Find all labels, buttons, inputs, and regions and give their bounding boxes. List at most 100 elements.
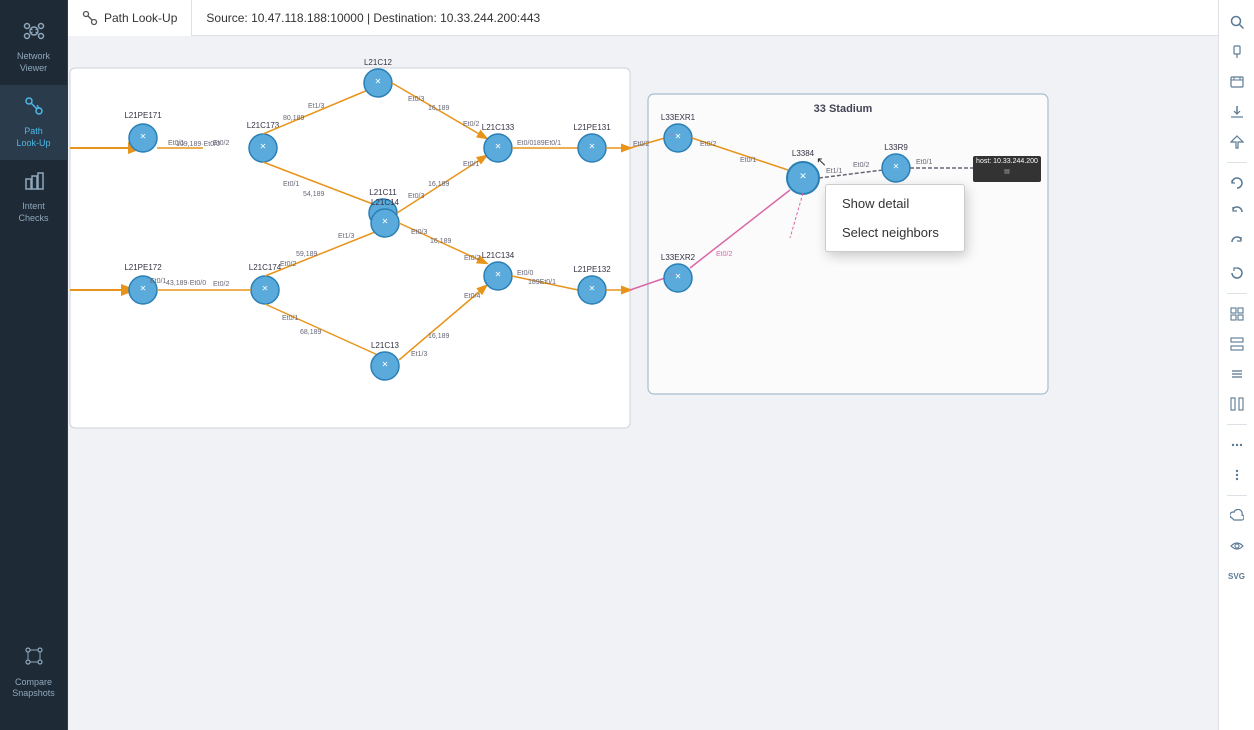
sidebar-item-intent-checks[interactable]: Intent Checks: [0, 160, 67, 235]
edge-label: Et0/2: [464, 255, 480, 262]
stadium-label: 33 Stadium: [814, 103, 873, 115]
path-lookup-label: Path Look-Up: [16, 126, 50, 149]
toolbar-divider-4: [1227, 495, 1247, 496]
cloud-button[interactable]: [1223, 502, 1251, 530]
refresh-button[interactable]: [1223, 169, 1251, 197]
edge-label: Et0/2: [213, 140, 229, 147]
edge-label: 68,189: [300, 329, 322, 336]
canvas-area: ✕ L21PE171 Et0/1 109,189·Et0/0 ✕ L21C173…: [68, 36, 1218, 730]
undo-button[interactable]: [1223, 199, 1251, 227]
layout2-button[interactable]: [1223, 330, 1251, 358]
svg-text:✕: ✕: [589, 142, 596, 151]
edge-label: Et0/2: [633, 141, 649, 148]
edge-label: 16,189: [428, 105, 450, 112]
svg-text:L21PE172: L21PE172: [124, 263, 162, 272]
edge-label: Et0/4: [464, 293, 480, 300]
svg-text:L33EXR1: L33EXR1: [661, 113, 696, 122]
svg-text:L33R9: L33R9: [884, 143, 908, 152]
edge-label: Et0/1: [916, 159, 932, 166]
export-button[interactable]: [1223, 98, 1251, 126]
svg-text:L3384: L3384: [792, 149, 815, 158]
sidebar-item-compare-snapshots[interactable]: Compare Snapshots: [0, 635, 67, 710]
cursor-indicator: ↖: [816, 154, 827, 169]
context-menu-show-detail[interactable]: Show detail: [826, 189, 964, 218]
edge-label: Et0/2: [700, 141, 716, 148]
context-menu: Show detail Select neighbors: [825, 184, 965, 252]
svg-text:L21C134: L21C134: [482, 251, 515, 260]
main-network-box: [70, 68, 630, 428]
dots-h-button[interactable]: [1223, 431, 1251, 459]
svg-button[interactable]: SVG: [1223, 562, 1251, 590]
edge-label: Et1/3: [308, 103, 324, 110]
edge-label: Et0/1: [283, 181, 299, 188]
layout1-button[interactable]: [1223, 300, 1251, 328]
router-l21c173[interactable]: ✕ L21C173: [247, 121, 280, 162]
edge-label: 16,189: [428, 181, 450, 188]
edge-label: Et0/1: [740, 157, 756, 164]
layout2-icon: [1230, 337, 1244, 351]
router-l21c133[interactable]: ✕ L21C133: [482, 123, 515, 162]
router-l33r9[interactable]: ✕ L33R9: [882, 143, 910, 182]
cloud-icon: [1230, 509, 1244, 523]
topbar: Path Look-Up Source: 10.47.118.188:10000…: [68, 0, 1218, 36]
edge-label: Et1/3: [338, 233, 354, 240]
main-content: Path Look-Up Source: 10.47.118.188:10000…: [68, 0, 1218, 730]
layout4-button[interactable]: [1223, 390, 1251, 418]
toolbar-divider-1: [1227, 162, 1247, 163]
intent-checks-label: Intent Checks: [18, 201, 48, 224]
context-menu-select-neighbors[interactable]: Select neighbors: [826, 218, 964, 247]
edge-label: 16,189: [428, 333, 450, 340]
edge-label: Et0/1: [282, 315, 298, 322]
edge-label: 16,189: [430, 238, 452, 245]
undo-icon: [1230, 206, 1244, 220]
layout3-icon: [1230, 367, 1244, 381]
layout3-button[interactable]: [1223, 360, 1251, 388]
svg-text:✕: ✕: [893, 162, 900, 171]
svg-text:L21PE132: L21PE132: [573, 265, 611, 274]
svg-text:✕: ✕: [382, 217, 389, 226]
snapshot-button[interactable]: [1223, 68, 1251, 96]
layout4-icon: [1230, 397, 1244, 411]
path-info: Source: 10.47.118.188:10000 | Destinatio…: [192, 11, 554, 25]
edge-label: 189Et0/1: [533, 140, 561, 147]
sidebar-item-network-viewer[interactable]: Network Viewer: [0, 10, 67, 85]
svg-text:✕: ✕: [140, 132, 147, 141]
edge-label: Et0/2: [716, 251, 732, 258]
svg-text:✕: ✕: [675, 272, 682, 281]
compare-snapshots-icon: [23, 645, 45, 673]
toolbar-divider-3: [1227, 424, 1247, 425]
eye-button[interactable]: [1223, 532, 1251, 560]
edge-label: 43,189·Et0/0: [166, 280, 206, 287]
path-lookup-button[interactable]: Path Look-Up: [68, 0, 192, 36]
dots-v-button[interactable]: [1223, 461, 1251, 489]
edge-label: Et0/2: [280, 261, 296, 268]
layout1-icon: [1230, 307, 1244, 321]
edge-label: 80,189: [283, 115, 305, 122]
svg-text:L21C14: L21C14: [371, 198, 400, 207]
router-l21c14[interactable]: ✕ L21C14: [371, 198, 400, 237]
router-l21c13[interactable]: ✕ L21C13: [371, 341, 400, 380]
edge-label: Et0/0: [517, 140, 533, 147]
arrow-indicator: →: [665, 268, 675, 279]
svg-text:L21PE131: L21PE131: [573, 123, 611, 132]
edge-label: Et0/2: [853, 162, 869, 169]
path-lookup-icon: [23, 95, 45, 123]
search-button[interactable]: [1223, 8, 1251, 36]
reload-button[interactable]: [1223, 259, 1251, 287]
right-toolbar: SVG: [1218, 0, 1254, 730]
compare-snapshots-label: Compare Snapshots: [12, 677, 55, 700]
snapshot-icon: [1230, 75, 1244, 89]
router-l21c134[interactable]: ✕ L21C134: [482, 251, 515, 290]
share-button[interactable]: [1223, 128, 1251, 156]
search-icon: [1230, 15, 1244, 29]
host-label: host: 10.33.244.200: [976, 158, 1038, 165]
pin-button[interactable]: [1223, 38, 1251, 66]
eye-icon: [1230, 539, 1244, 553]
edge-label: Et0/2: [463, 121, 479, 128]
router-l21c174[interactable]: ✕ L21C174: [249, 263, 282, 304]
router-l21c12[interactable]: ✕ L21C12: [364, 58, 393, 97]
redo-button[interactable]: [1223, 229, 1251, 257]
sidebar-item-path-lookup[interactable]: Path Look-Up: [0, 85, 67, 160]
edge-label: 54,189: [303, 191, 325, 198]
refresh-icon: [1230, 176, 1244, 190]
